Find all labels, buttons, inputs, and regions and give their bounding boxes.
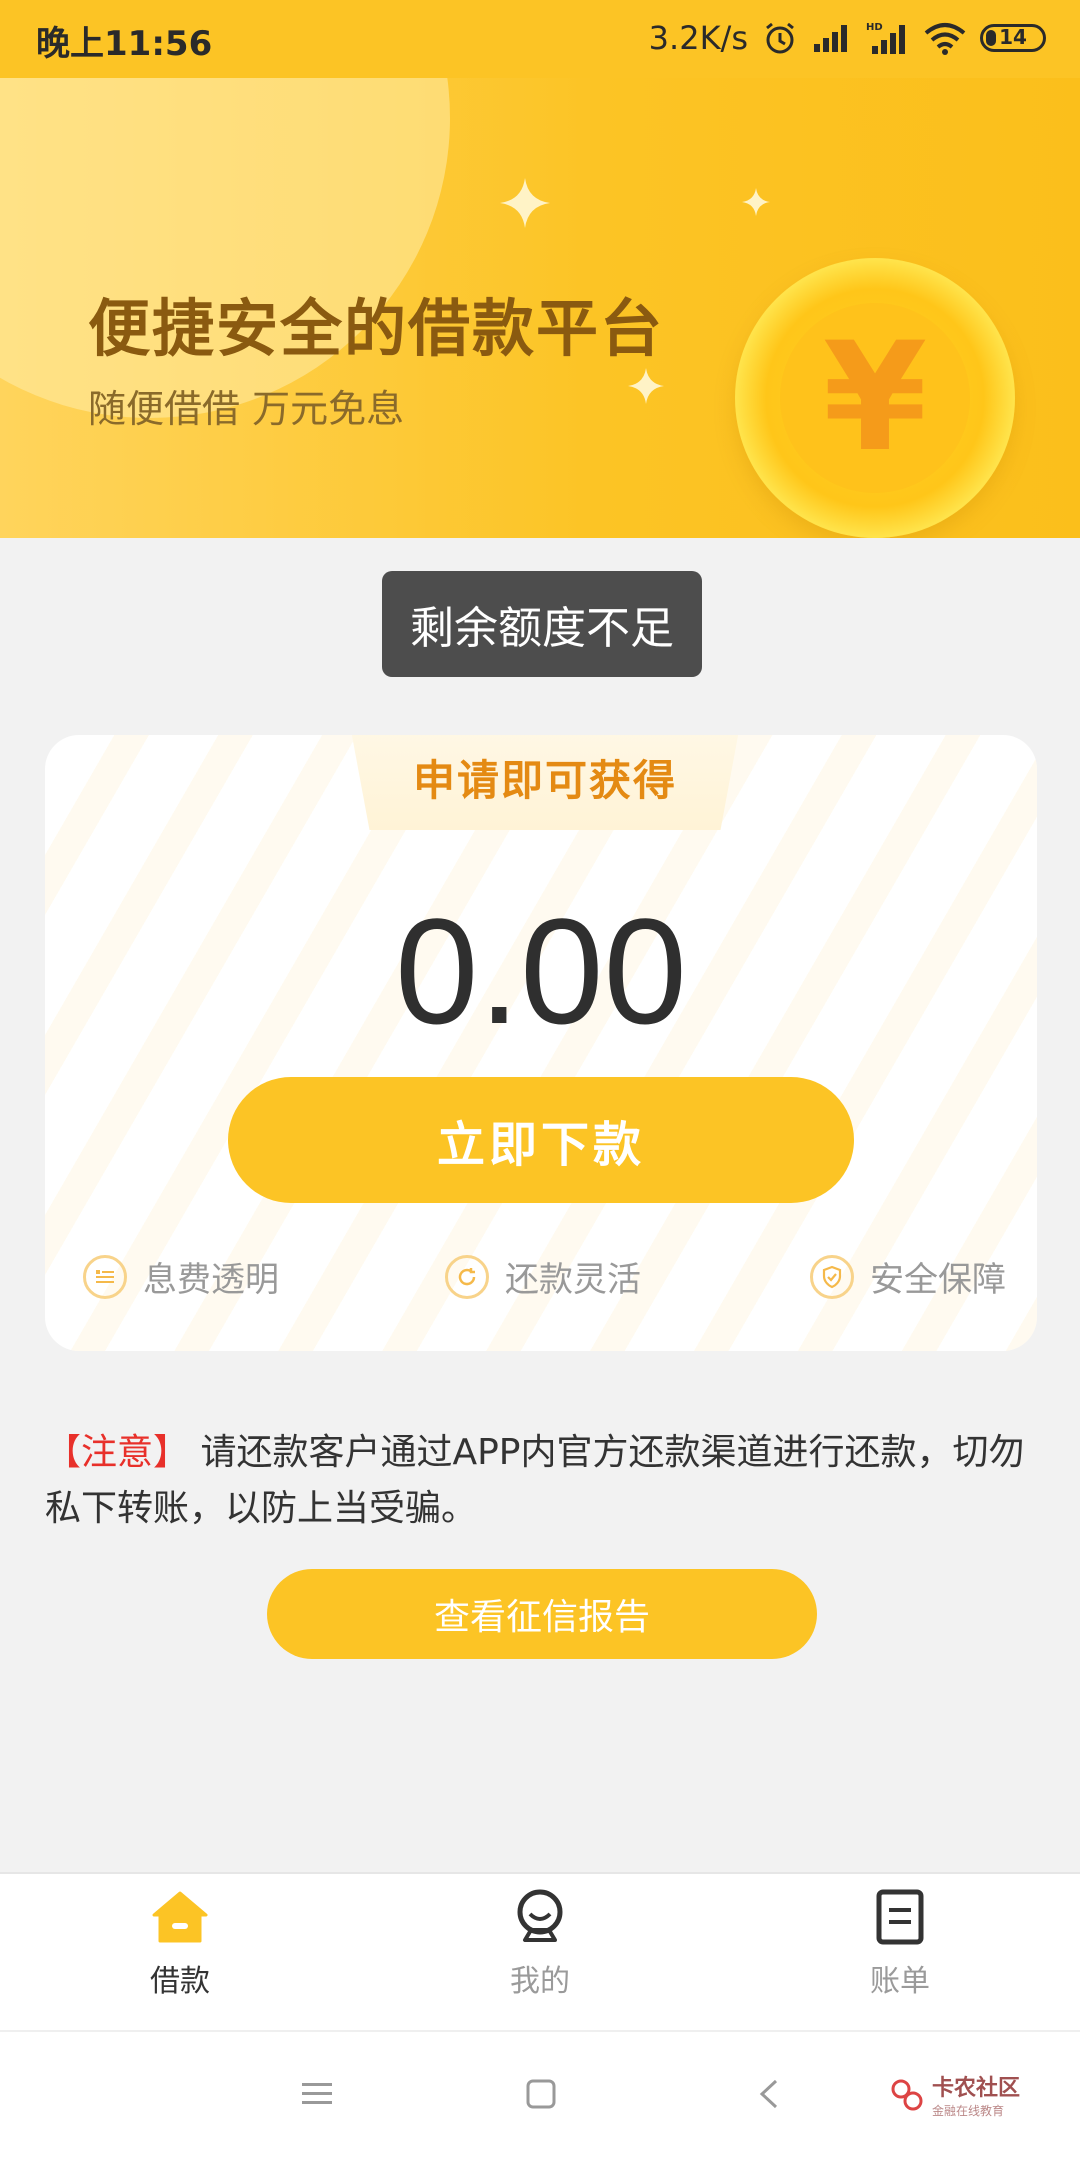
home-icon: [80, 1884, 280, 1950]
feature-item: 息费透明: [83, 1252, 279, 1301]
sparkle-icon: [628, 368, 664, 408]
tab-label: 借款: [150, 1964, 210, 1999]
back-icon[interactable]: [754, 2077, 784, 2115]
user-icon: [440, 1884, 640, 1950]
feature-item: 安全保障: [810, 1252, 1006, 1301]
home-square-icon[interactable]: [524, 2077, 558, 2115]
coin-icon: ¥: [735, 258, 1015, 538]
hero-subtitle: 随便借借 万元免息: [88, 387, 405, 431]
notice-body: 请还款客户通过APP内官方还款渠道进行还款，切勿私下转账，以防上当受骗。: [45, 1432, 1025, 1529]
watermark-logo-icon: [891, 2079, 923, 2110]
alarm-icon: [762, 20, 798, 56]
sparkle-icon: [742, 188, 770, 220]
loan-card: 申请即可获得 0.00 立即下款 息费透明 还款灵活 安全保障: [45, 735, 1037, 1351]
sparkle-icon: [500, 178, 550, 232]
watermark-name: 卡农社区: [931, 2076, 1020, 2101]
status-icons: 3.2K/s HD 14: [649, 14, 1046, 62]
notice-text: 【注意】 请还款客户通过APP内官方还款渠道进行还款，切勿私下转账，以防上当受骗…: [45, 1425, 1035, 1537]
feature-label: 还款灵活: [505, 1260, 641, 1300]
battery-level: 14: [999, 25, 1027, 49]
hero-banner: 便捷安全的借款平台 随便借借 万元免息 ¥: [0, 78, 1080, 538]
signal-icon: [812, 22, 852, 54]
refresh-icon: [445, 1254, 489, 1299]
card-tab-label: 申请即可获得: [412, 756, 677, 805]
wifi-icon: [924, 21, 966, 55]
list-icon: [83, 1254, 127, 1299]
feature-label: 息费透明: [143, 1260, 279, 1300]
svg-text:HD: HD: [866, 22, 883, 33]
hero-title: 便捷安全的借款平台: [88, 292, 665, 365]
tab-label: 账单: [870, 1964, 930, 1999]
tab-mine[interactable]: 我的: [440, 1884, 640, 2000]
network-speed: 3.2K/s: [648, 19, 748, 57]
toast-message: 剩余额度不足: [382, 571, 702, 677]
yuan-symbol: ¥: [822, 311, 928, 485]
shield-icon: [810, 1254, 854, 1299]
hd-signal-icon: HD: [866, 20, 910, 56]
tab-bill[interactable]: 账单: [800, 1884, 1000, 2000]
card-tab: 申请即可获得: [350, 735, 740, 830]
bottom-nav: 借款 我的 账单: [0, 1872, 1080, 2032]
menu-icon[interactable]: [300, 2077, 334, 2115]
tab-loan[interactable]: 借款: [80, 1884, 280, 2000]
status-time: 晚上11:56: [36, 24, 213, 64]
battery-icon: 14: [980, 24, 1046, 52]
apply-now-button[interactable]: 立即下款: [228, 1077, 854, 1203]
status-bar: 晚上11:56 3.2K/s HD 14: [0, 0, 1080, 78]
notice-tag: 【注意】: [45, 1432, 190, 1473]
view-credit-report-button[interactable]: 查看征信报告: [267, 1569, 817, 1659]
watermark: 卡农社区 金融在线教育: [890, 2070, 1020, 2119]
feature-label: 安全保障: [870, 1260, 1006, 1300]
loan-amount: 0.00: [395, 887, 687, 1055]
feature-item: 还款灵活: [445, 1252, 641, 1301]
feature-list: 息费透明 还款灵活 安全保障: [45, 1252, 1037, 1312]
tab-label: 我的: [510, 1964, 570, 1999]
bill-icon: [800, 1884, 1000, 1950]
watermark-tagline: 金融在线教育: [931, 2104, 1004, 2118]
